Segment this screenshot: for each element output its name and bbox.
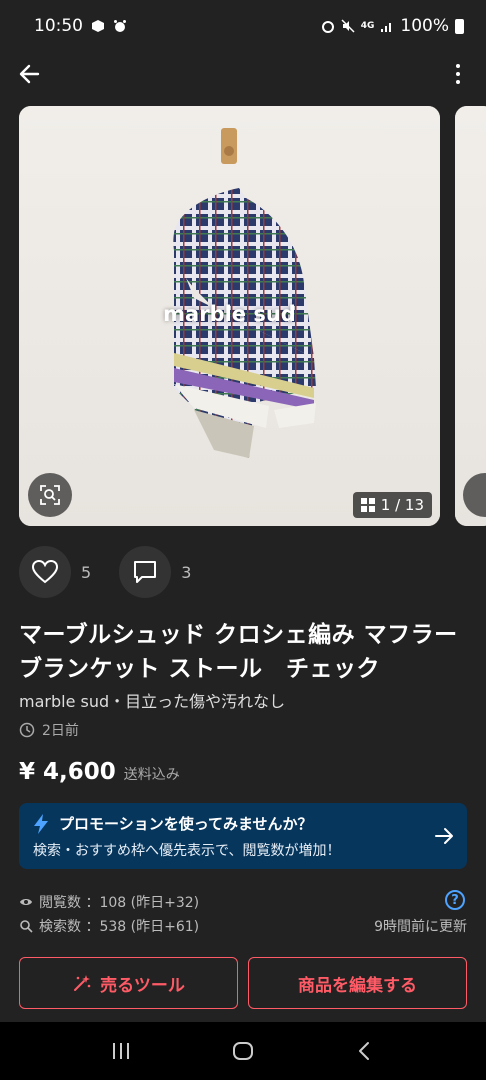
- comment-icon: [134, 561, 157, 583]
- heart-icon: [31, 559, 59, 584]
- magic-wand-icon: [74, 975, 91, 991]
- arrow-right-icon: [435, 828, 453, 844]
- help-icon[interactable]: ?: [445, 890, 465, 910]
- edit-item-label: 商品を編集する: [298, 975, 417, 996]
- system-nav-bar: [0, 1022, 486, 1080]
- comment-button[interactable]: [119, 546, 172, 598]
- listing-stats: 閲覧数 ：108 (昨日+32) 検索数 ：538 (昨日+61) ? 9時間前…: [19, 890, 467, 938]
- battery-icon: [455, 18, 464, 34]
- status-time: 10:50: [34, 16, 83, 36]
- clock-icon: [19, 722, 35, 738]
- cube-icon: [92, 20, 104, 32]
- battery-percent: 100%: [400, 16, 449, 36]
- recent-apps-icon[interactable]: [110, 1040, 132, 1062]
- network-label: 4G: [360, 21, 375, 31]
- next-image-background: [455, 106, 486, 526]
- edit-item-button[interactable]: 商品を編集する: [248, 957, 467, 1009]
- image-watermark: marble sud: [163, 302, 296, 326]
- price-row: ¥ 4,600 送料込み: [19, 759, 180, 785]
- action-buttons: 売るツール 商品を編集する: [19, 957, 467, 1009]
- eye-icon: [20, 899, 32, 905]
- searches-label: 検索数 ：538 (昨日+61): [39, 919, 200, 935]
- product-image[interactable]: marble sud 1 / 13: [19, 106, 440, 526]
- back-nav-icon[interactable]: [354, 1040, 376, 1062]
- back-arrow-icon[interactable]: [16, 60, 44, 88]
- alarm-icon: [114, 20, 126, 32]
- signal-icon: [381, 23, 392, 32]
- posted-time: 2日前: [19, 720, 79, 740]
- image-counter-label: 1 / 13: [380, 496, 424, 514]
- mute-icon: [341, 19, 355, 33]
- image-search-icon: [40, 485, 60, 505]
- engagement-actions: 5 3: [19, 546, 459, 598]
- product-brand-condition: marble sud・目立った傷や汚れなし: [19, 692, 286, 711]
- alarm-clock-icon: [321, 21, 334, 33]
- wall-hook: [221, 128, 237, 164]
- status-bar: 10:50 4G 100%: [0, 0, 486, 52]
- views-label: 閲覧数 ：108 (昨日+32): [39, 895, 200, 911]
- comment-count: 3: [181, 562, 192, 582]
- sell-tool-label: 売るツール: [100, 975, 185, 996]
- promotion-banner[interactable]: プロモーションを使ってみませんか？ 検索・おすすめ枠へ優先表示で、閲覧数が増加！: [19, 803, 467, 869]
- home-icon[interactable]: [231, 1039, 255, 1063]
- promo-title: プロモーションを使ってみませんか？: [59, 815, 313, 833]
- posted-time-label: 2日前: [42, 723, 79, 739]
- lightning-icon: [34, 813, 48, 834]
- like-button[interactable]: [19, 546, 71, 598]
- top-bar: [0, 52, 486, 96]
- product-title: マーブルシュッド クロシェ編み マフラー ブランケット ストール チェック: [19, 622, 458, 682]
- image-search-button[interactable]: [28, 473, 72, 517]
- updated-label: 9時間前に更新: [374, 919, 467, 935]
- shipping-label: 送料込み: [123, 767, 180, 783]
- image-counter[interactable]: 1 / 13: [352, 492, 432, 518]
- next-product-image[interactable]: [455, 106, 486, 526]
- promo-description: 検索・おすすめ枠へ優先表示で、閲覧数が増加！: [33, 843, 341, 859]
- search-icon: [20, 920, 33, 933]
- like-count: 5: [81, 562, 92, 582]
- sell-tool-button[interactable]: 売るツール: [19, 957, 238, 1009]
- views-row: 閲覧数 ：108 (昨日+32): [19, 890, 467, 914]
- more-options-icon[interactable]: [448, 60, 468, 88]
- grid-icon: [360, 498, 375, 512]
- price: ¥ 4,600: [19, 759, 116, 785]
